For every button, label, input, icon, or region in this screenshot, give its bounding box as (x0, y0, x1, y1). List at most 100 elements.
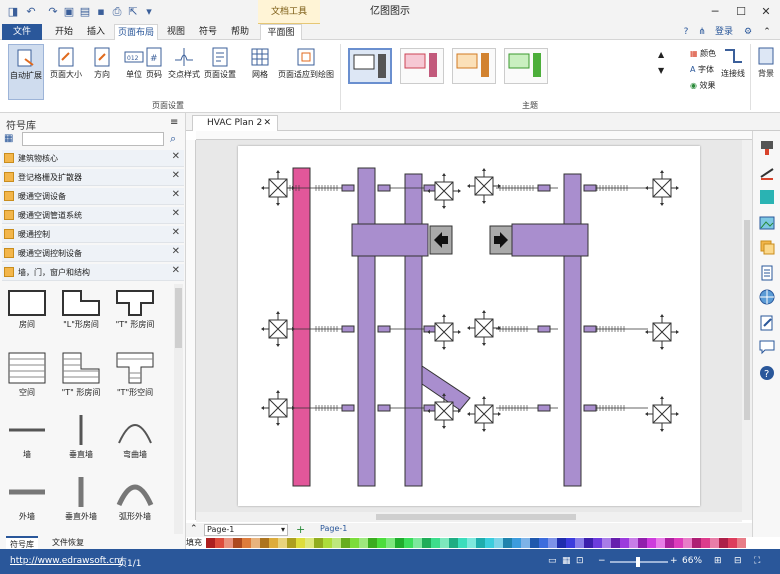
color-swatch[interactable] (467, 538, 476, 548)
theme-scroll-down-icon[interactable]: ▼ (658, 66, 664, 75)
diffuser[interactable] (466, 395, 502, 433)
shape-curved-wall[interactable]: 弯曲墙 (108, 409, 162, 469)
color-swatch[interactable] (710, 538, 719, 548)
fit-to-drawing-button[interactable]: 页面适应到绘图 (276, 44, 336, 100)
ribbon-collapse-icon[interactable]: ⌃ (760, 24, 774, 40)
add-page-icon[interactable]: + (296, 523, 305, 536)
color-swatch[interactable] (494, 538, 503, 548)
theme-3[interactable] (452, 48, 496, 84)
diffuser[interactable] (260, 389, 296, 427)
color-swatch[interactable] (647, 538, 656, 548)
category-building-core[interactable]: 建筑物核心 ✕ (2, 150, 184, 167)
color-swatch[interactable] (701, 538, 710, 548)
view-fit-icon[interactable]: ⊡ (576, 556, 584, 566)
tab-file[interactable]: 文件 (2, 24, 42, 40)
zoom-in-icon[interactable]: + (670, 556, 678, 566)
color-swatch[interactable] (656, 538, 665, 548)
search-icon[interactable]: ⌕ (170, 132, 176, 146)
category-walls-doors-windows[interactable]: 墙，门，窗户和结构 ✕ (2, 264, 184, 281)
color-swatch[interactable] (386, 538, 395, 548)
color-swatch[interactable] (575, 538, 584, 548)
category-hvac-controls[interactable]: 暖通控制 ✕ (2, 226, 184, 243)
view-grid-icon[interactable]: ▦ (562, 556, 571, 566)
shape-space[interactable]: 空间 (0, 347, 54, 407)
horizontal-scroll-thumb[interactable] (376, 514, 576, 520)
fit-width-icon[interactable]: ⊟ (734, 556, 742, 566)
tab-floor-plan[interactable]: 平面图 (260, 24, 302, 40)
color-swatch[interactable] (323, 538, 332, 548)
close-category-icon[interactable]: ✕ (172, 265, 180, 276)
color-swatch[interactable] (674, 538, 683, 548)
color-swatch[interactable] (305, 538, 314, 548)
color-swatch[interactable] (422, 538, 431, 548)
color-swatch[interactable] (215, 538, 224, 548)
color-swatch[interactable] (458, 538, 467, 548)
shape-arc-exterior-wall[interactable]: 弧形外墙 (108, 471, 162, 531)
fullscreen-icon[interactable]: ⛶ (754, 556, 760, 566)
diffuser[interactable] (644, 313, 680, 351)
doc-tools-tab[interactable]: 文档工具 (258, 0, 320, 24)
diffuser[interactable] (260, 169, 296, 207)
page-tab[interactable]: Page-1 (320, 524, 347, 533)
color-swatch[interactable] (233, 538, 242, 548)
format-painter-icon[interactable] (759, 139, 775, 155)
theme-4[interactable] (504, 48, 548, 84)
export-icon[interactable]: ⇱ (126, 5, 140, 19)
connector-button[interactable]: 连接线 (718, 46, 748, 79)
close-icon[interactable]: ✕ (758, 4, 774, 20)
color-swatch[interactable] (449, 538, 458, 548)
close-category-icon[interactable]: ✕ (172, 246, 180, 257)
color-swatch[interactable] (314, 538, 323, 548)
color-swatch[interactable] (503, 538, 512, 548)
print-icon[interactable]: ⎙ (110, 5, 124, 19)
color-swatch[interactable] (737, 538, 746, 548)
diffuser[interactable] (260, 310, 296, 348)
shape-vertical-exterior-wall[interactable]: 垂直外墙 (54, 471, 108, 531)
color-swatch[interactable] (206, 538, 215, 548)
diffuser[interactable] (644, 395, 680, 433)
color-swatch[interactable] (431, 538, 440, 548)
color-swatch[interactable] (683, 538, 692, 548)
color-swatch[interactable] (278, 538, 287, 548)
save-icon[interactable]: ▪ (94, 5, 108, 19)
theme-1[interactable] (348, 48, 392, 84)
drawing-canvas[interactable] (196, 140, 752, 520)
color-swatches[interactable] (206, 538, 746, 548)
color-swatch[interactable] (377, 538, 386, 548)
open-icon[interactable]: ▤ (78, 5, 92, 19)
color-swatch[interactable] (629, 538, 638, 548)
app-logo-icon[interactable]: ◨ (6, 5, 20, 19)
color-swatch[interactable] (692, 538, 701, 548)
font-button[interactable]: A 字体 (690, 64, 714, 75)
category-hvac-equipment[interactable]: 暖通空调设备 ✕ (2, 188, 184, 205)
color-swatch[interactable] (566, 538, 575, 548)
color-swatch[interactable] (332, 538, 341, 548)
color-swatch[interactable] (530, 538, 539, 548)
auto-expand-button[interactable]: 自动扩展 (8, 44, 44, 100)
close-category-icon[interactable]: ✕ (172, 189, 180, 200)
color-swatch[interactable] (539, 538, 548, 548)
diffuser[interactable] (426, 313, 462, 351)
color-swatch[interactable] (719, 538, 728, 548)
shape-t-room[interactable]: "T" 形房间 (108, 285, 162, 345)
color-swatch[interactable] (395, 538, 404, 548)
login-link[interactable]: 登录 (712, 24, 736, 40)
color-swatch[interactable] (413, 538, 422, 548)
color-swatch[interactable] (521, 538, 530, 548)
color-swatch[interactable] (224, 538, 233, 548)
vertical-scroll-thumb[interactable] (744, 220, 750, 420)
theme-2[interactable] (400, 48, 444, 84)
shape-l-room[interactable]: "L"形房间 (54, 285, 108, 345)
quick-access-dropdown-icon[interactable]: ▾ (142, 5, 156, 19)
zoom-slider-thumb[interactable] (636, 557, 640, 567)
image-icon[interactable] (759, 215, 775, 231)
background-button[interactable]: 背景 (754, 46, 778, 79)
shape-exterior-wall[interactable]: 外墙 (0, 471, 54, 531)
category-hvac-ductwork[interactable]: 暖通空调管道系统 ✕ (2, 207, 184, 224)
tab-start[interactable]: 开始 (50, 24, 78, 40)
library-menu-icon[interactable]: ≡ (170, 117, 178, 128)
color-swatch[interactable] (287, 538, 296, 548)
comment-icon[interactable] (759, 339, 775, 355)
zoom-slider[interactable] (610, 557, 668, 567)
vertical-scrollbar[interactable] (742, 140, 752, 520)
